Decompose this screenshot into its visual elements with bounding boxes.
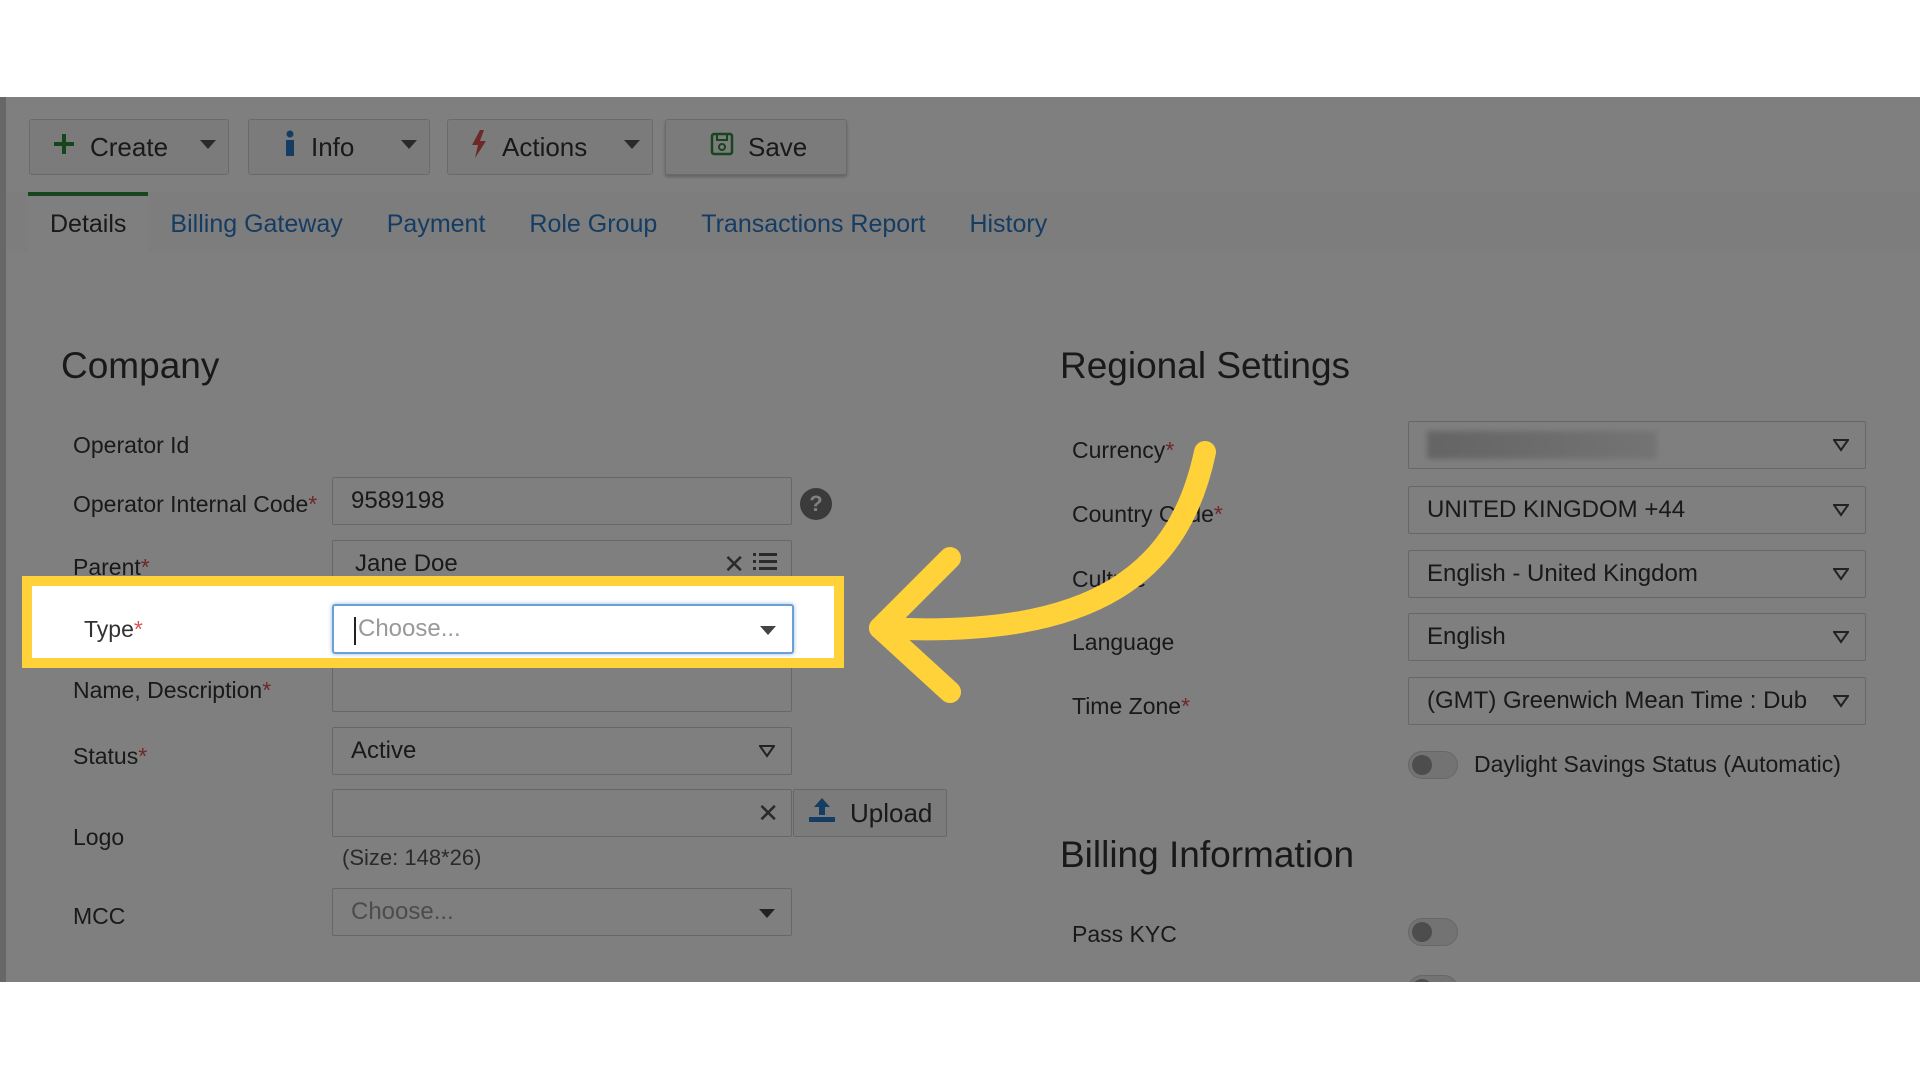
time-zone-value: (GMT) Greenwich Mean Time : Dub xyxy=(1427,687,1808,714)
parent-value: Jane Doe xyxy=(355,550,458,577)
logo-size-hint: (Size: 148*26) xyxy=(342,845,482,870)
time-zone-label: Time Zone* xyxy=(1072,693,1191,719)
chevron-down-icon xyxy=(1833,568,1849,581)
operator-internal-code-input[interactable]: 9589198 xyxy=(332,477,792,525)
chevron-down-icon xyxy=(760,626,776,635)
upload-button[interactable]: Upload xyxy=(793,789,947,837)
pass-kyc-label: Pass KYC xyxy=(1072,921,1177,947)
mcc-select[interactable]: Choose... xyxy=(332,888,792,936)
chevron-down-icon xyxy=(1833,695,1849,708)
type-select[interactable]: Choose... xyxy=(332,604,794,654)
daylight-savings-label: Daylight Savings Status (Automatic) xyxy=(1474,751,1841,777)
mcc-placeholder: Choose... xyxy=(351,898,454,925)
chevron-down-icon xyxy=(1833,504,1849,517)
country-code-label: Country Code* xyxy=(1072,501,1223,527)
toggle-knob xyxy=(1412,755,1432,775)
app-window: Create Info Actions Save Details Billing… xyxy=(0,97,1920,982)
upload-icon xyxy=(808,797,836,830)
currency-select[interactable] xyxy=(1408,421,1866,469)
mcc-label: MCC xyxy=(73,903,126,929)
country-code-value: UNITED KINGDOM +44 xyxy=(1427,496,1686,523)
secondary-toggle[interactable] xyxy=(1408,975,1458,982)
window-left-edge xyxy=(0,97,6,982)
culture-value: English - United Kingdom xyxy=(1427,560,1698,587)
currency-value-blurred xyxy=(1427,431,1657,459)
type-placeholder: Choose... xyxy=(358,615,461,642)
chevron-down-icon xyxy=(1833,631,1849,644)
language-value: English xyxy=(1427,623,1506,650)
daylight-savings-toggle[interactable] xyxy=(1408,751,1458,779)
screenshot-stage: Create Info Actions Save Details Billing… xyxy=(0,0,1920,1080)
chevron-down-icon xyxy=(1833,439,1849,452)
culture-select[interactable]: English - United Kingdom xyxy=(1408,550,1866,598)
upload-label: Upload xyxy=(850,797,933,828)
help-icon[interactable]: ? xyxy=(800,488,832,520)
culture-label: Culture xyxy=(1072,566,1147,592)
name-description-input[interactable] xyxy=(332,664,792,712)
logo-input[interactable]: ✕ xyxy=(332,789,792,837)
clear-icon[interactable]: ✕ xyxy=(757,798,779,829)
currency-label: Currency* xyxy=(1072,437,1175,463)
time-zone-select[interactable]: (GMT) Greenwich Mean Time : Dub xyxy=(1408,677,1866,725)
chevron-down-icon xyxy=(759,745,775,758)
toggle-knob xyxy=(1412,922,1432,942)
pass-kyc-toggle[interactable] xyxy=(1408,918,1458,946)
country-code-select[interactable]: UNITED KINGDOM +44 xyxy=(1408,486,1866,534)
operator-internal-code-label: Operator Internal Code* xyxy=(73,491,318,517)
company-section-title: Company xyxy=(61,345,220,386)
language-select[interactable]: English xyxy=(1408,613,1866,661)
operator-internal-code-value: 9589198 xyxy=(351,487,445,514)
status-select[interactable]: Active xyxy=(332,727,792,775)
details-panel: Company Operator Id Operator Internal Co… xyxy=(0,97,1920,982)
logo-label: Logo xyxy=(73,824,125,850)
status-label: Status* xyxy=(73,743,148,769)
operator-id-label: Operator Id xyxy=(73,432,190,458)
language-label: Language xyxy=(1072,629,1175,655)
chevron-down-icon xyxy=(759,909,775,918)
type-label: Type* xyxy=(84,616,143,642)
name-description-label: Name, Description* xyxy=(73,677,272,703)
highlight-box: Type* Choose... xyxy=(22,576,844,668)
toggle-knob xyxy=(1412,979,1432,982)
regional-settings-title: Regional Settings xyxy=(1060,345,1351,386)
text-cursor xyxy=(354,617,356,645)
status-value: Active xyxy=(351,737,417,764)
billing-information-title: Billing Information xyxy=(1060,834,1355,875)
